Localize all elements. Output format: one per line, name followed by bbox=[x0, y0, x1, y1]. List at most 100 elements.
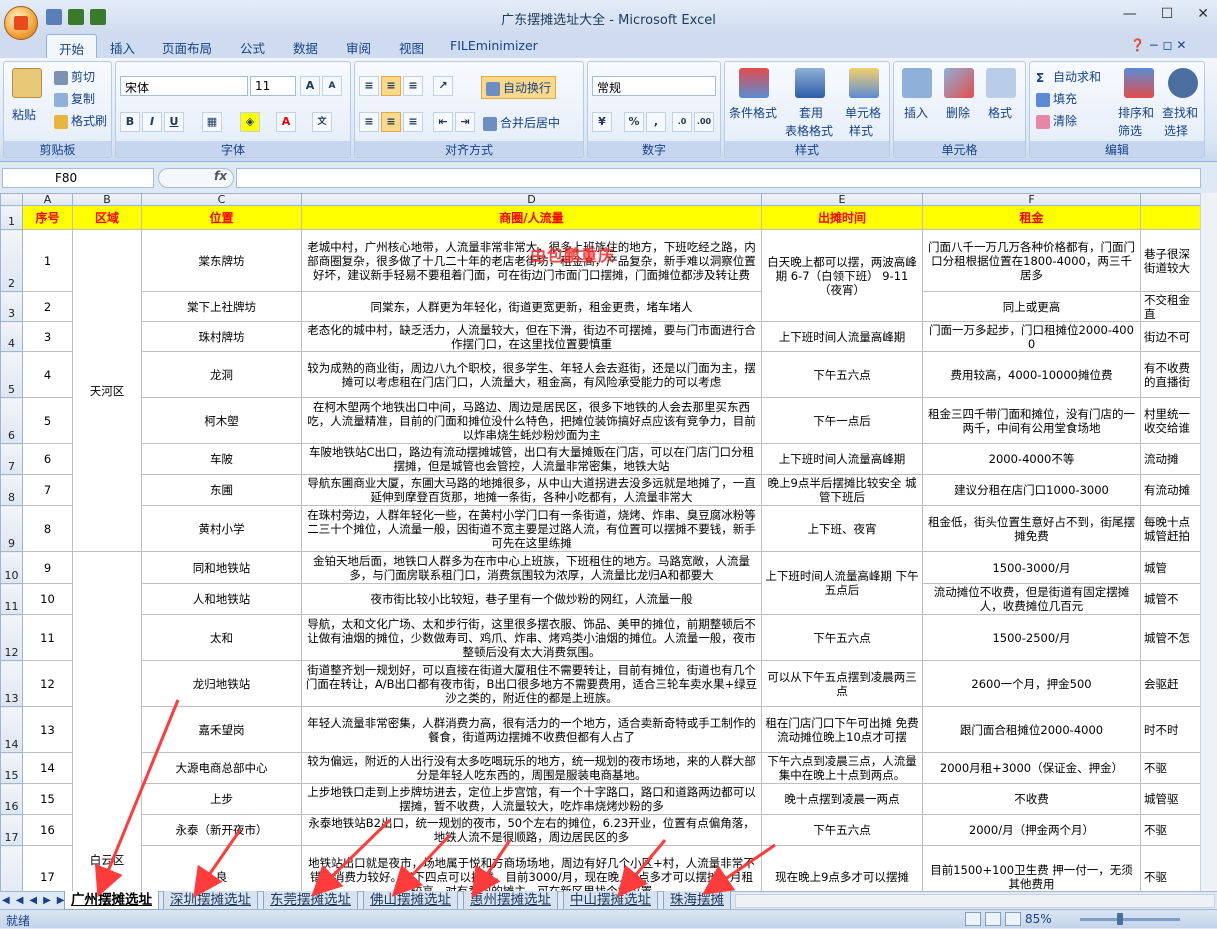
cell-location[interactable]: 龙洞 bbox=[141, 351, 302, 398]
bold-button[interactable]: B bbox=[120, 112, 140, 132]
cell-location[interactable]: 太和 bbox=[141, 614, 302, 661]
cell-rent[interactable]: 建议分租在店门口1000-3000 bbox=[922, 474, 1141, 506]
cell-time[interactable]: 上下班时间人流量高峰期 bbox=[761, 321, 923, 352]
row-header[interactable]: 8 bbox=[0, 474, 23, 506]
cell-location[interactable]: 上步 bbox=[141, 783, 302, 815]
header-cell[interactable]: 商圈/人流量 bbox=[301, 205, 762, 230]
align-left-icon[interactable]: ≡ bbox=[359, 112, 379, 132]
cut-button[interactable]: 剪切 bbox=[54, 68, 95, 85]
tab-page-layout[interactable]: 页面布局 bbox=[162, 38, 212, 57]
cell-location[interactable]: 良 bbox=[141, 845, 302, 891]
cell-location[interactable]: 大源电商总部中心 bbox=[141, 752, 302, 784]
cell-g[interactable]: 会驱赶 bbox=[1140, 660, 1201, 707]
row-header[interactable]: 3 bbox=[0, 291, 23, 322]
font-color-icon[interactable]: A bbox=[276, 112, 296, 132]
column-header-f[interactable]: F bbox=[922, 193, 1141, 206]
cell-time[interactable]: 下午五六点 bbox=[761, 614, 923, 661]
cell-time[interactable]: 现在晚上9点多才可以摆摊 bbox=[761, 845, 923, 891]
table-format-button[interactable]: 套用 bbox=[799, 104, 823, 121]
cell-rent[interactable]: 门面一万多起步，门口租摊位2000-4000 bbox=[922, 321, 1141, 352]
column-header-g[interactable] bbox=[1140, 193, 1201, 206]
cell-rent[interactable]: 同上或更高 bbox=[922, 291, 1141, 322]
sheet-tab-huizhou[interactable]: 惠州摆摊选址 bbox=[463, 891, 558, 910]
row-header[interactable]: 4 bbox=[0, 321, 23, 352]
italic-button[interactable]: I bbox=[142, 112, 162, 132]
align-middle-icon[interactable]: ≡ bbox=[381, 76, 401, 96]
header-cell[interactable]: 序号 bbox=[22, 205, 73, 230]
align-top-icon[interactable]: ≡ bbox=[359, 76, 379, 96]
cell-time[interactable]: 租在门店门口下午可出摊 免费流动摊位晚上10点才可摆 bbox=[761, 706, 923, 753]
cell-description[interactable]: 地铁站出口就是夜市，场地属于悦和方商场场地，周边有好几个小区+村，人流量非常不错… bbox=[301, 845, 762, 891]
sheet-tab-shenzhen[interactable]: 深圳摆摊选址 bbox=[163, 891, 258, 910]
cell-num[interactable]: 14 bbox=[22, 752, 73, 784]
cell-num[interactable]: 17 bbox=[22, 845, 73, 891]
cell-num[interactable]: 3 bbox=[22, 321, 73, 352]
percent-button[interactable]: % bbox=[624, 112, 644, 132]
sheet-tab-guangzhou[interactable]: 广州摆摊选址 bbox=[64, 891, 159, 910]
cell-rent[interactable]: 2000月租+3000（保证金、押金） bbox=[922, 752, 1141, 784]
wrap-text-button[interactable]: 自动换行 bbox=[481, 76, 557, 99]
delete-cells-button[interactable]: 删除 bbox=[946, 104, 970, 121]
select-all-corner[interactable] bbox=[0, 193, 23, 206]
cell-rent[interactable]: 1500-2500/月 bbox=[922, 614, 1141, 661]
cell-rent[interactable]: 2600一个月，押金500 bbox=[922, 660, 1141, 707]
cell-g[interactable]: 城管驱 bbox=[1140, 783, 1201, 815]
cell-g[interactable]: 每晚十点城管赶拍 bbox=[1140, 505, 1201, 552]
cell-styles-button[interactable]: 单元格 bbox=[845, 104, 881, 121]
row-header[interactable]: 12 bbox=[0, 614, 23, 661]
cell-description[interactable]: 导航，太和文化广场、太和步行街，这里很多摆衣服、饰品、美甲的摊位，前期整顿后不让… bbox=[301, 614, 762, 661]
header-cell[interactable]: 出摊时间 bbox=[761, 205, 923, 230]
cell-num[interactable]: 1 bbox=[22, 229, 73, 292]
cell-description[interactable]: 街道整齐划一规划好，可以直接在街道大厦租住不需要转让，目前有摊位，街道也有几个门… bbox=[301, 660, 762, 707]
decrease-indent-icon[interactable]: ⇤ bbox=[433, 112, 453, 132]
tab-insert[interactable]: 插入 bbox=[110, 38, 135, 57]
tab-view[interactable]: 视图 bbox=[399, 38, 424, 57]
cell-location[interactable]: 人和地铁站 bbox=[141, 583, 302, 615]
cell-num[interactable]: 8 bbox=[22, 505, 73, 552]
cell-time[interactable]: 上下班时间人流量高峰期 下午五点后 bbox=[761, 551, 923, 615]
vertical-scrollbar[interactable] bbox=[1200, 193, 1217, 891]
cell-num[interactable]: 10 bbox=[22, 583, 73, 615]
increase-indent-icon[interactable]: ⇥ bbox=[455, 112, 475, 132]
cell-num[interactable]: 11 bbox=[22, 614, 73, 661]
cell-g[interactable]: 不驱 bbox=[1140, 752, 1201, 784]
tab-fileminimizer[interactable]: FILEminimizer bbox=[450, 38, 538, 53]
cell-g[interactable]: 有不收费的直播街 bbox=[1140, 351, 1201, 398]
row-header[interactable]: 1 bbox=[0, 205, 23, 230]
cell-rent[interactable]: 不收费 bbox=[922, 783, 1141, 815]
fx-icon[interactable]: fx bbox=[158, 168, 234, 188]
sheet-tab-zhongshan[interactable]: 中山摆摊选址 bbox=[563, 891, 658, 910]
row-header[interactable]: 11 bbox=[0, 583, 23, 615]
align-bottom-icon[interactable]: ≡ bbox=[403, 76, 423, 96]
cell-rent[interactable]: 门面八千一万几万各种价格都有，门面门口分租根据位置在1800-4000，两三千居… bbox=[922, 229, 1141, 292]
row-header[interactable]: 15 bbox=[0, 752, 23, 784]
font-size-select[interactable]: 11 bbox=[250, 76, 296, 96]
cell-location[interactable]: 柯木塱 bbox=[141, 397, 302, 444]
cell-num[interactable]: 12 bbox=[22, 660, 73, 707]
zoom-level[interactable]: 85% bbox=[1025, 912, 1052, 926]
tab-data[interactable]: 数据 bbox=[293, 38, 318, 57]
grow-font-button[interactable]: A bbox=[300, 76, 320, 96]
column-header-a[interactable]: A bbox=[22, 193, 73, 206]
comma-button[interactable]: , bbox=[646, 112, 666, 132]
row-header[interactable]: 2 bbox=[0, 229, 23, 292]
cell-description[interactable]: 较为成熟的商业街，周边八九个职校，很多学生、年轻人会去逛街，还是以门面为主，摆摊… bbox=[301, 351, 762, 398]
row-header[interactable]: 10 bbox=[0, 551, 23, 584]
underline-button[interactable]: U bbox=[164, 112, 184, 132]
column-header-e[interactable]: E bbox=[761, 193, 923, 206]
decrease-decimal-icon[interactable]: .00 bbox=[694, 112, 714, 132]
cell-description[interactable]: 在柯木塱两个地铁出口中间，马路边、周边是居民区，很多下地铁的人会去那里买东西吃，… bbox=[301, 397, 762, 444]
cell-g[interactable]: 不交租金直 bbox=[1140, 291, 1201, 322]
cell-time[interactable]: 可以从下午五点摆到凌晨两三点 bbox=[761, 660, 923, 707]
help-icon[interactable]: ❓ − ◻ ✕ bbox=[1130, 38, 1186, 52]
autosum-button[interactable]: Σ 自动求和 bbox=[1036, 68, 1101, 85]
cell-rent[interactable]: 跟门面合租摊位2000-4000 bbox=[922, 706, 1141, 753]
orientation-icon[interactable]: ↗ bbox=[433, 76, 453, 96]
cell-time[interactable]: 晚十点摆到凌晨一两点 bbox=[761, 783, 923, 815]
minimize-button[interactable]: — bbox=[1123, 6, 1137, 22]
cell-g[interactable]: 不驱 bbox=[1140, 814, 1201, 846]
cell-time[interactable]: 上下班时间人流量高峰期 bbox=[761, 443, 923, 475]
cell-rent[interactable]: 目前1500+100卫生费 押一付一，无须其他费用 bbox=[922, 845, 1141, 891]
horizontal-scrollbar[interactable] bbox=[735, 894, 1215, 908]
cell-description[interactable]: 在珠村旁边，人群年轻化一些，在黄村小学门口有一条街道，烧烤、炸串、臭豆腐冰粉等二… bbox=[301, 505, 762, 552]
